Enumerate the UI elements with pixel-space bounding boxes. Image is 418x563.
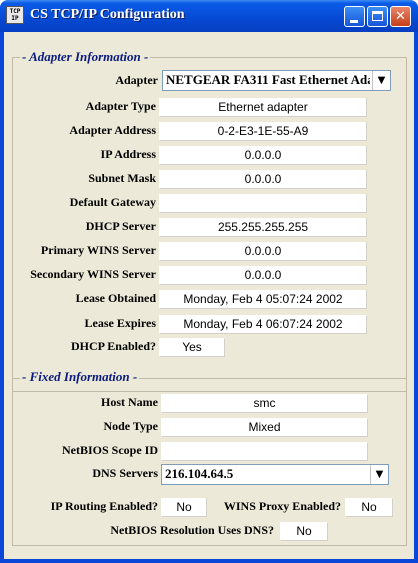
ip-address-label: IP Address: [100, 147, 156, 161]
node-type-label: Node Type: [103, 419, 158, 433]
dns-servers-select[interactable]: 216.104.64.5 ▼: [161, 464, 389, 485]
wins-proxy-enabled-field: No: [345, 498, 393, 517]
adapter-information-legend: - Adapter Information -: [20, 49, 151, 65]
adapter-type-field: Ethernet adapter: [159, 98, 367, 117]
lease-obtained-field: Monday, Feb 4 05:07:24 2002: [159, 290, 367, 309]
dns-servers-label: DNS Servers: [92, 466, 158, 480]
host-name-field: smc: [161, 394, 368, 413]
node-type-field: Mixed: [161, 418, 368, 437]
ip-address-field: 0.0.0.0: [159, 146, 367, 165]
default-gateway-field: [159, 194, 367, 213]
secondary-wins-server-field: 0.0.0.0: [159, 266, 367, 285]
lease-obtained-label: Lease Obtained: [75, 291, 156, 305]
dhcp-enabled-label: DHCP Enabled?: [70, 339, 156, 353]
primary-wins-server-field: 0.0.0.0: [159, 242, 367, 261]
window-title: CS TCP/IP Configuration: [30, 7, 185, 22]
netbios-resolution-uses-dns-label: NetBIOS Resolution Uses DNS?: [110, 523, 274, 537]
host-name-label: Host Name: [101, 395, 158, 409]
dhcp-server-label: DHCP Server: [85, 219, 156, 233]
dhcp-enabled-field: Yes: [159, 338, 225, 357]
netbios-scope-id-field: [161, 442, 368, 461]
ip-routing-enabled-label: IP Routing Enabled?: [50, 499, 158, 513]
adapter-label: Adapter: [115, 73, 158, 87]
dialog-client-area: - Adapter Information - Adapter NETGEAR …: [4, 32, 414, 559]
chevron-down-icon[interactable]: ▼: [370, 465, 388, 484]
lease-expires-label: Lease Expires: [84, 316, 156, 330]
subnet-mask-label: Subnet Mask: [88, 171, 156, 185]
primary-wins-server-label: Primary WINS Server: [40, 243, 156, 257]
close-icon: ✕: [395, 9, 406, 24]
minimize-icon: [350, 20, 358, 23]
maximize-icon: [372, 11, 383, 21]
lease-expires-field: Monday, Feb 4 06:07:24 2002: [159, 315, 367, 334]
adapter-select[interactable]: NETGEAR FA311 Fast Ethernet Adapter ▼: [162, 70, 391, 91]
adapter-selected-value: NETGEAR FA311 Fast Ethernet Adapter: [166, 72, 370, 87]
adapter-address-label: Adapter Address: [69, 123, 156, 137]
adapter-type-label: Adapter Type: [85, 99, 156, 113]
secondary-wins-server-label: Secondary WINS Server: [30, 267, 156, 281]
default-gateway-label: Default Gateway: [69, 195, 156, 209]
tcpip-app-icon: TCP IP: [6, 6, 24, 24]
adapter-address-field: 0-2-E3-1E-55-A9: [159, 122, 367, 141]
subnet-mask-field: 0.0.0.0: [159, 170, 367, 189]
ip-routing-enabled-field: No: [161, 498, 207, 517]
minimize-button[interactable]: [344, 6, 365, 27]
chevron-down-icon[interactable]: ▼: [372, 71, 390, 90]
tcpip-config-window: TCP IP CS TCP/IP Configuration ✕ - Adapt…: [0, 0, 418, 563]
wins-proxy-enabled-label: WINS Proxy Enabled?: [223, 499, 341, 513]
fixed-information-legend: - Fixed Information -: [20, 369, 140, 385]
maximize-button[interactable]: [367, 6, 388, 27]
dhcp-server-field: 255.255.255.255: [159, 218, 367, 237]
netbios-resolution-uses-dns-field: No: [280, 522, 328, 541]
title-bar[interactable]: TCP IP CS TCP/IP Configuration ✕: [0, 0, 418, 32]
dns-servers-selected-value: 216.104.64.5: [165, 466, 234, 481]
close-button[interactable]: ✕: [390, 6, 411, 27]
netbios-scope-id-label: NetBIOS Scope ID: [61, 443, 158, 457]
